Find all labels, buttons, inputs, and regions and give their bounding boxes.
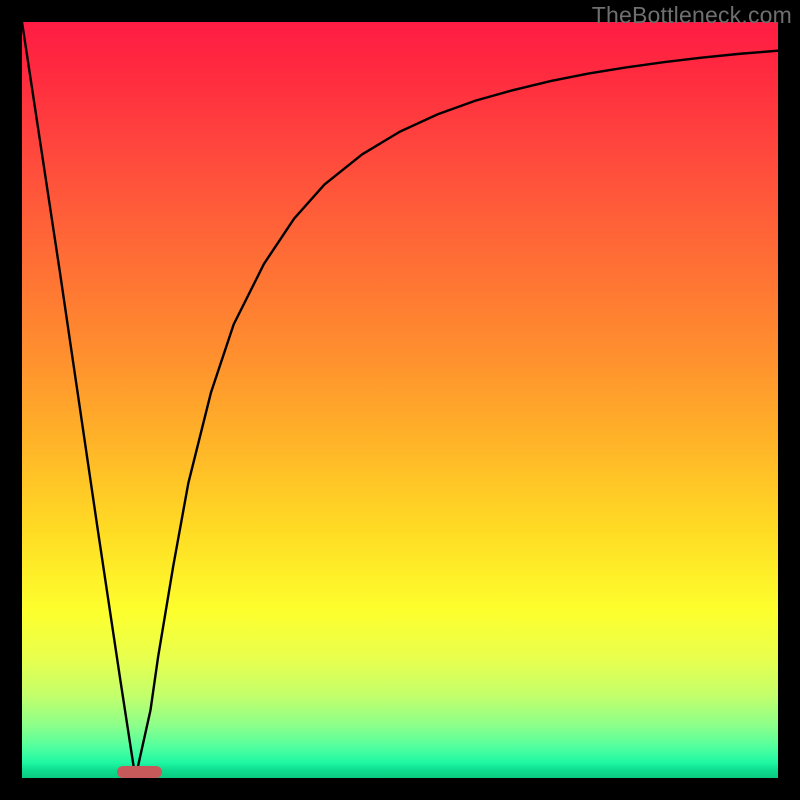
plot-area xyxy=(22,22,778,778)
optimum-marker xyxy=(117,766,162,778)
watermark-text: TheBottleneck.com xyxy=(592,2,792,29)
chart-frame: TheBottleneck.com xyxy=(0,0,800,800)
bottleneck-curve xyxy=(22,22,778,778)
curve-path xyxy=(22,22,778,778)
